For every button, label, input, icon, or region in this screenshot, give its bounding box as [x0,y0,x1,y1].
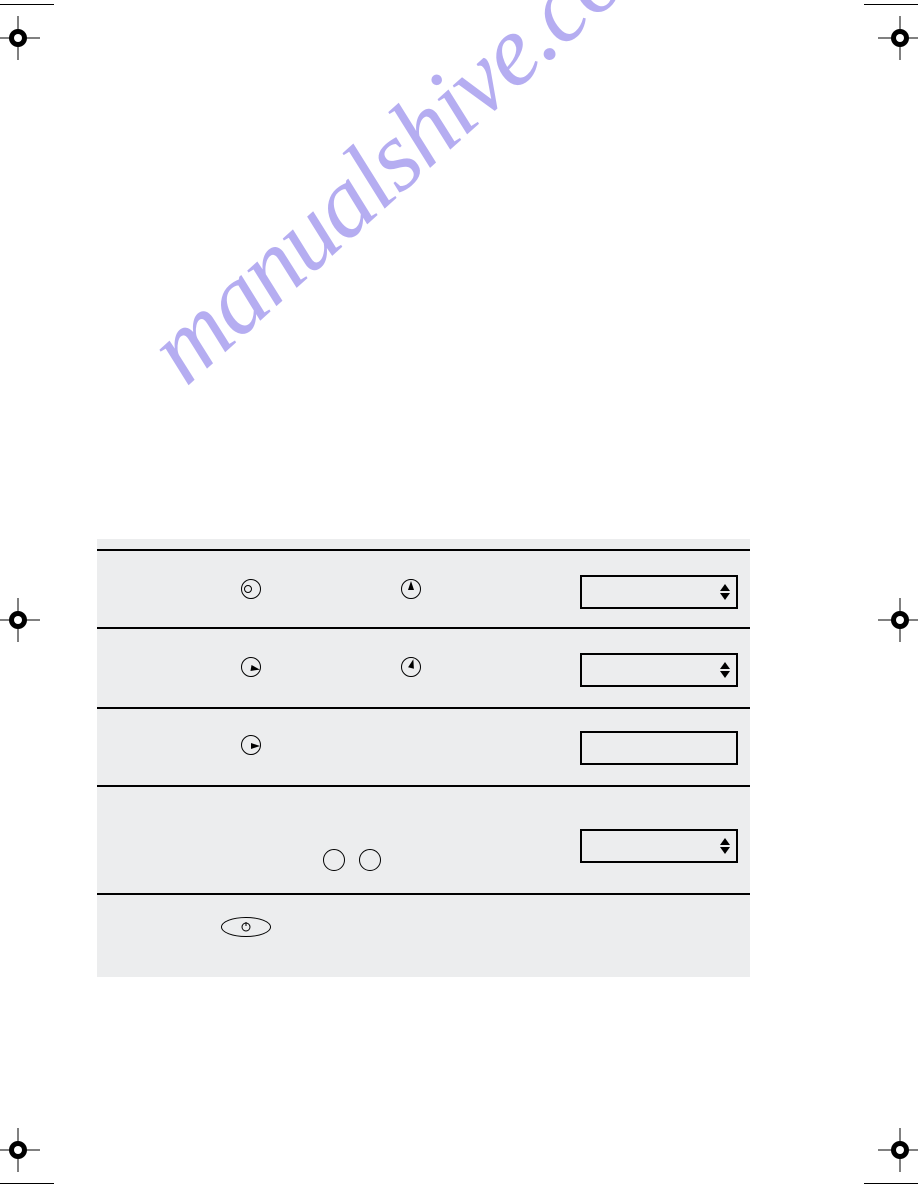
display-box [580,653,738,687]
step-row-2 [97,629,750,709]
registration-mark-icon [880,18,918,58]
registration-mark-icon [880,600,918,640]
registration-mark-icon [0,18,38,58]
knob-off-icon [241,579,261,599]
step-row-3 [97,709,750,787]
knob-pointer-right-icon [241,657,261,677]
display-box [580,575,738,609]
crop-line [0,1183,54,1184]
display-box [580,731,738,765]
watermark-text: manualshive.com [125,0,698,405]
knob-pointer-right-icon [241,735,261,755]
circle-icon [323,849,345,871]
start-button-icon [221,917,271,937]
step-row-5 [97,895,750,957]
knob-pointer-up-icon [401,579,421,599]
up-down-arrows-icon [720,662,730,678]
registration-mark-icon [0,600,38,640]
instruction-panel [97,539,750,977]
up-down-arrows-icon [720,838,730,854]
step-row-4 [97,787,750,895]
registration-mark-icon [0,1130,38,1170]
up-down-arrows-icon [720,584,730,600]
registration-mark-icon [880,1130,918,1170]
step-row-1 [97,549,750,629]
circle-icon [359,849,381,871]
display-box [580,829,738,863]
crop-line [864,4,918,5]
knob-pointer-1-icon [401,657,421,677]
crop-line [0,4,54,5]
crop-line [864,1183,918,1184]
